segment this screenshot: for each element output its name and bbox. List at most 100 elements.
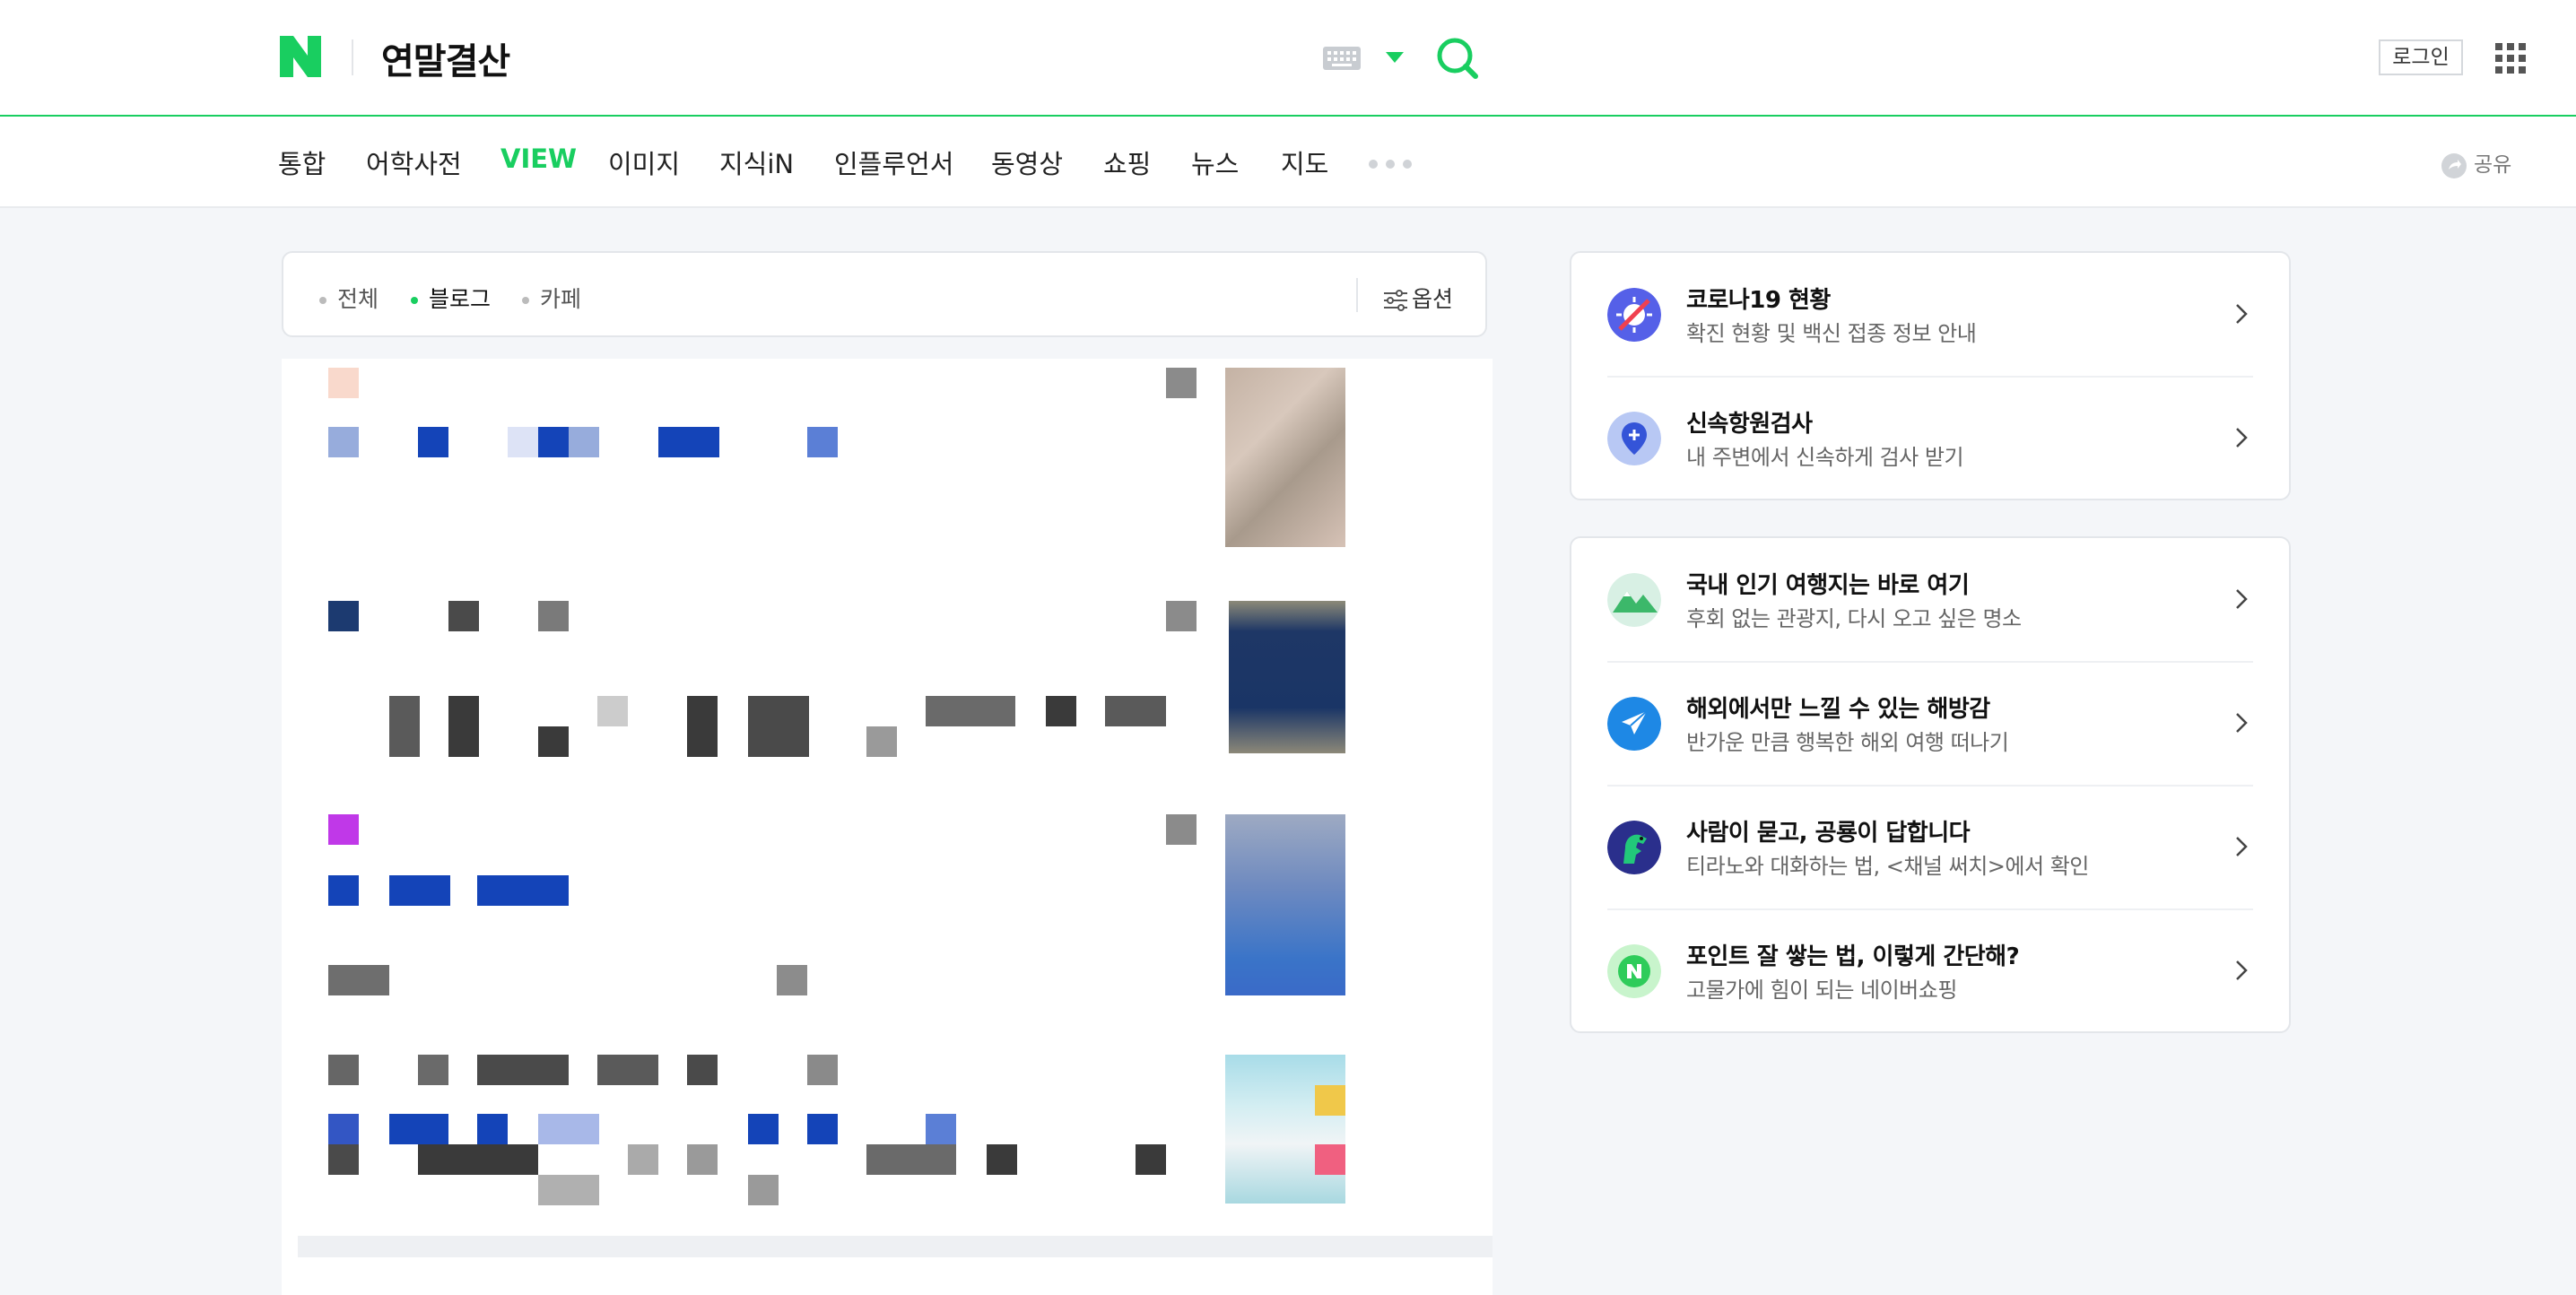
blurred-text (1136, 1144, 1166, 1175)
login-button[interactable]: 로그인 (2379, 39, 2463, 75)
naver-logo-icon[interactable] (280, 36, 321, 77)
more-icon[interactable] (1166, 368, 1197, 398)
blurred-text (328, 1144, 359, 1175)
tab-influencer[interactable]: 인플루언서 (834, 143, 953, 181)
tab-images[interactable]: 이미지 (608, 143, 680, 181)
tab-shopping[interactable]: 쇼핑 (1103, 143, 1151, 181)
blurred-text (477, 875, 569, 906)
share-button[interactable]: 공유 (2441, 147, 2511, 178)
tab-integrated[interactable]: 통합 (278, 143, 326, 181)
blurred-text (538, 1114, 599, 1144)
bullet-icon (411, 297, 418, 304)
card-title: 국내 인기 여행지는 바로 여기 (1686, 572, 1970, 599)
blurred-text (926, 696, 1015, 726)
thumbnail[interactable] (1225, 368, 1345, 547)
tab-knowledge-in[interactable]: 지식iN (719, 143, 794, 181)
chevron-right-icon (2236, 960, 2248, 980)
card-subtitle: 티라노와 대화하는 법, <채널 써치>에서 확인 (1686, 854, 2089, 879)
filter-cafe[interactable]: 카페 (522, 282, 581, 314)
sliders-icon (1384, 290, 1407, 311)
card-subtitle: 고물가에 힘이 되는 네이버쇼핑 (1686, 978, 1957, 1003)
blurred-text (448, 696, 479, 757)
result-item[interactable] (282, 814, 1493, 1003)
result-item[interactable] (282, 1055, 1493, 1207)
share-label: 공유 (2474, 153, 2512, 177)
blurred-text (597, 1055, 658, 1085)
blurred-text (1046, 696, 1076, 726)
view-results (282, 359, 1493, 1295)
card-item-shopping-points[interactable]: 포인트 잘 쌓는 법, 이렇게 간단해? 고물가에 힘이 되는 네이버쇼핑 (1571, 909, 2289, 1033)
blurred-text (807, 1055, 838, 1085)
thumbnail-detail (1315, 1085, 1345, 1116)
blurred-text (448, 601, 479, 631)
thumbnail[interactable] (1229, 601, 1345, 753)
naver-pay-icon (1607, 944, 1661, 998)
card-subtitle: 확진 현황 및 백신 접종 정보 안내 (1686, 321, 1977, 346)
search-query[interactable]: 연말결산 (381, 32, 510, 84)
filter-label: 카페 (540, 286, 582, 312)
card-title: 코로나19 현황 (1686, 287, 1831, 314)
chevron-right-icon (2236, 589, 2248, 609)
more-icon[interactable] (1166, 601, 1197, 631)
blurred-text (748, 1175, 779, 1205)
filter-label: 전체 (337, 286, 379, 312)
tab-news[interactable]: 뉴스 (1191, 143, 1239, 181)
covid-icon (1607, 288, 1661, 342)
blurred-text (538, 726, 569, 757)
blurred-text (1105, 696, 1166, 726)
tab-map[interactable]: 지도 (1281, 143, 1328, 181)
bullet-icon (522, 297, 529, 304)
card-title: 사람이 묻고, 공룡이 답합니다 (1686, 820, 1971, 847)
result-item[interactable] (282, 359, 1493, 565)
blurred-text (748, 696, 809, 757)
blurred-text (687, 1144, 718, 1175)
covid-card: 코로나19 현황 확진 현황 및 백신 접종 정보 안내 신속항원검사 내 주변… (1570, 251, 2291, 500)
blurred-text (418, 427, 448, 457)
blurred-text (866, 1144, 956, 1175)
blurred-text (328, 965, 389, 995)
blurred-text (777, 965, 807, 995)
avatar (328, 814, 359, 845)
blurred-text (538, 427, 569, 457)
filter-all[interactable]: 전체 (319, 282, 379, 314)
options-button[interactable]: 옵션 (1383, 282, 1453, 314)
blurred-text (418, 1055, 448, 1085)
card-item-overseas-travel[interactable]: 해외에서만 느낄 수 있는 해방감 반가운 만큼 행복한 해외 여행 떠나기 (1571, 662, 2289, 786)
blurred-text (807, 1114, 838, 1144)
tab-view[interactable]: VIEW (500, 143, 577, 174)
card-item-covid[interactable]: 코로나19 현황 확진 현황 및 백신 접종 정보 안내 (1571, 253, 2289, 377)
keyboard-icon[interactable] (1323, 47, 1361, 70)
location-pin-icon (1607, 412, 1661, 465)
filter-bar: 전체 블로그 카페 옵션 (282, 251, 1487, 337)
more-icon[interactable] (1166, 814, 1197, 845)
blurred-text (687, 696, 718, 757)
search-tabs: 통합 어학사전 VIEW 이미지 지식iN 인플루언서 동영상 쇼핑 뉴스 지도… (0, 117, 2576, 208)
card-subtitle: 내 주변에서 신속하게 검사 받기 (1686, 445, 1964, 470)
blurred-text (328, 427, 359, 457)
search-icon[interactable] (1435, 36, 1480, 81)
more-tabs-icon[interactable] (1369, 160, 1412, 169)
blurred-text (569, 427, 599, 457)
chevron-right-icon (2236, 837, 2248, 856)
card-item-domestic-travel[interactable]: 국내 인기 여행지는 바로 여기 후회 없는 관광지, 다시 오고 싶은 명소 (1571, 538, 2289, 662)
blurred-text (748, 1114, 779, 1144)
tab-dictionary[interactable]: 어학사전 (366, 143, 462, 181)
dropdown-icon[interactable] (1386, 52, 1404, 63)
blurred-text (538, 601, 569, 631)
divider (1356, 278, 1358, 312)
blurred-text (926, 1114, 956, 1144)
filter-blog[interactable]: 블로그 (411, 282, 491, 314)
apps-grid-icon[interactable] (2495, 43, 2526, 74)
blurred-text (538, 1175, 599, 1205)
blurred-text (418, 1144, 538, 1175)
dinosaur-icon (1607, 821, 1661, 874)
thumbnail[interactable] (1225, 1055, 1345, 1204)
tab-video[interactable]: 동영상 (991, 143, 1063, 181)
blurred-text (687, 1055, 718, 1085)
blurred-text (389, 696, 420, 757)
avatar (328, 368, 359, 398)
card-item-dinosaur[interactable]: 사람이 묻고, 공룡이 답합니다 티라노와 대화하는 법, <채널 써치>에서 … (1571, 786, 2289, 909)
card-item-rapid-test[interactable]: 신속항원검사 내 주변에서 신속하게 검사 받기 (1571, 377, 2289, 500)
result-item[interactable] (282, 601, 1493, 762)
thumbnail[interactable] (1225, 814, 1345, 995)
